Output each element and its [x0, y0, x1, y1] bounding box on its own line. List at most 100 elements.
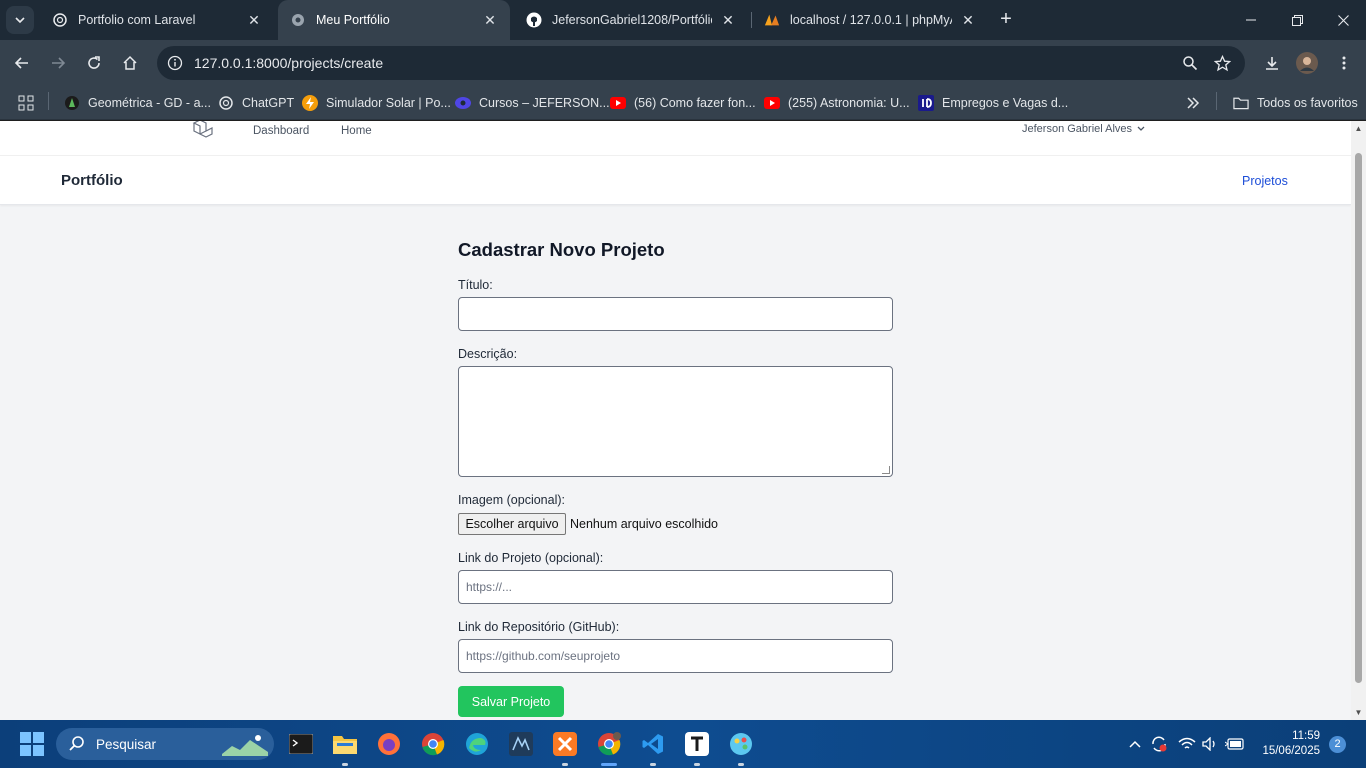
minimize-icon	[1246, 19, 1256, 21]
running-indicator	[694, 763, 700, 766]
bookmark-empregos[interactable]: Empregos e Vagas d...	[918, 93, 1068, 113]
battery-icon[interactable]	[1225, 734, 1245, 754]
sync-icon[interactable]	[1149, 734, 1169, 754]
globe-icon	[290, 12, 306, 28]
taskbar-search[interactable]: Pesquisar	[56, 728, 274, 760]
bookmark-label: Empregos e Vagas d...	[942, 96, 1069, 110]
profile-avatar[interactable]	[1294, 50, 1320, 76]
tab-phpmyadmin[interactable]: localhost / 127.0.0.1 | phpMyAdmin ✕	[752, 0, 988, 40]
bookmark-separator	[48, 92, 49, 110]
apps-button[interactable]	[18, 93, 42, 113]
tab-search-button[interactable]	[6, 6, 34, 34]
taskbar-clock[interactable]: 11:59 15/06/2025	[1250, 729, 1320, 759]
file-explorer-icon[interactable]	[331, 730, 359, 758]
terminal-app-icon[interactable]	[287, 730, 315, 758]
indeed-icon	[918, 95, 934, 111]
project-link-input[interactable]: https://...	[458, 570, 893, 604]
running-indicator	[342, 763, 348, 766]
back-button[interactable]	[9, 50, 35, 76]
notification-badge[interactable]: 2	[1329, 736, 1346, 753]
bookmark-cursos[interactable]: Cursos – JEFERSON...	[455, 93, 610, 113]
windows-start-icon[interactable]	[20, 732, 44, 756]
all-bookmarks-folder[interactable]: Todos os favoritos	[1233, 93, 1358, 113]
chevron-down-icon	[15, 17, 25, 24]
firefox-icon[interactable]	[375, 730, 403, 758]
reload-button[interactable]	[81, 50, 107, 76]
file-status-text: Nenhum arquivo escolhido	[570, 517, 719, 531]
vscode-icon[interactable]	[639, 730, 667, 758]
bookmark-simulador-solar[interactable]: Simulador Solar | Po...	[302, 93, 451, 113]
typora-icon[interactable]	[683, 730, 711, 758]
url-text[interactable]: 127.0.0.1:8000/projects/create	[194, 55, 383, 71]
show-hidden-icons-icon[interactable]	[1125, 734, 1145, 754]
menu-button[interactable]	[1331, 50, 1357, 76]
save-project-button[interactable]: Salvar Projeto	[458, 686, 564, 717]
bookmark-youtube-56[interactable]: (56) Como fazer fon...	[610, 93, 756, 113]
youtube-icon	[610, 95, 626, 111]
xampp-icon[interactable]	[551, 730, 579, 758]
chrome-icon[interactable]	[419, 730, 447, 758]
close-icon	[1337, 14, 1349, 26]
page-scrollbar[interactable]: ▲ ▼	[1351, 121, 1366, 720]
close-icon[interactable]: ✕	[720, 12, 736, 28]
new-tab-button[interactable]: +	[996, 9, 1016, 30]
cursos-icon	[455, 95, 471, 111]
more-vertical-icon	[1342, 56, 1346, 70]
nav-dashboard-link[interactable]: Dashboard	[253, 125, 309, 137]
brand-title[interactable]: Portfólio	[61, 172, 123, 189]
resize-handle-icon[interactable]	[882, 466, 890, 474]
tab-title: Meu Portfólio	[316, 13, 390, 27]
running-indicator	[562, 763, 568, 766]
app-navigation: Dashboard Home Jeferson Gabriel Alves	[0, 121, 1351, 156]
minimize-button[interactable]	[1228, 0, 1274, 40]
clock-date: 15/06/2025	[1262, 745, 1320, 757]
sql-app-icon[interactable]	[507, 730, 535, 758]
choose-file-button[interactable]: Escolher arquivo	[458, 513, 566, 535]
tab-portfolio-laravel[interactable]: Portfolio com Laravel ✕	[40, 0, 274, 40]
volume-icon[interactable]	[1200, 734, 1220, 754]
search-icon	[69, 736, 84, 751]
projects-link[interactable]: Projetos	[1242, 174, 1288, 188]
bookmarks-bar: Geométrica - GD - a... ChatGPT Simulador…	[0, 86, 1366, 120]
more-bookmarks-button[interactable]	[1185, 93, 1209, 113]
project-link-label: Link do Projeto (opcional):	[458, 551, 604, 565]
bookmark-label: (56) Como fazer fon...	[634, 96, 756, 110]
bookmark-youtube-255[interactable]: (255) Astronomia: U...	[764, 93, 910, 113]
zoom-icon[interactable]	[1181, 54, 1199, 72]
title-input[interactable]	[458, 297, 893, 331]
restore-button[interactable]	[1274, 0, 1320, 40]
scroll-up-icon[interactable]: ▲	[1354, 124, 1363, 133]
description-textarea[interactable]	[458, 366, 893, 477]
close-icon[interactable]: ✕	[482, 12, 498, 28]
bookmark-label: (255) Astronomia: U...	[788, 96, 910, 110]
lightning-icon	[302, 95, 318, 111]
chrome-profile-icon[interactable]	[595, 730, 623, 758]
bookmark-geometrica[interactable]: Geométrica - GD - a...	[64, 93, 211, 113]
close-icon[interactable]: ✕	[246, 12, 262, 28]
address-bar[interactable]: 127.0.0.1:8000/projects/create	[157, 46, 1245, 80]
bookmark-chatgpt[interactable]: ChatGPT	[218, 93, 294, 113]
close-icon[interactable]: ✕	[960, 12, 976, 28]
tab-github[interactable]: JefersonGabriel1208/Portfólio ✕	[514, 0, 748, 40]
tab-meu-portfolio[interactable]: Meu Portfólio ✕	[278, 0, 510, 40]
user-dropdown[interactable]: Jeferson Gabriel Alves	[1022, 123, 1145, 135]
repo-link-input[interactable]: https://github.com/seuprojeto	[458, 639, 893, 673]
star-icon[interactable]	[1213, 54, 1231, 72]
description-label: Descrição:	[458, 347, 518, 361]
bookmark-label: Cursos – JEFERSON...	[479, 96, 610, 110]
close-window-button[interactable]	[1320, 0, 1366, 40]
forward-button[interactable]	[45, 50, 71, 76]
site-info-icon[interactable]	[165, 53, 185, 73]
wifi-icon[interactable]	[1177, 734, 1197, 754]
scrollbar-thumb[interactable]	[1355, 153, 1362, 683]
tab-title: JefersonGabriel1208/Portfólio	[552, 13, 712, 27]
home-button[interactable]	[117, 50, 143, 76]
double-chevron-right-icon	[1185, 95, 1201, 111]
nav-home-link[interactable]: Home	[341, 125, 372, 137]
paint-app-icon[interactable]	[727, 730, 755, 758]
folder-icon	[1233, 95, 1249, 111]
edge-icon[interactable]	[463, 730, 491, 758]
scroll-down-icon[interactable]: ▼	[1354, 708, 1363, 717]
downloads-button[interactable]	[1259, 50, 1285, 76]
tab-title: localhost / 127.0.0.1 | phpMyAdmin	[790, 13, 952, 27]
